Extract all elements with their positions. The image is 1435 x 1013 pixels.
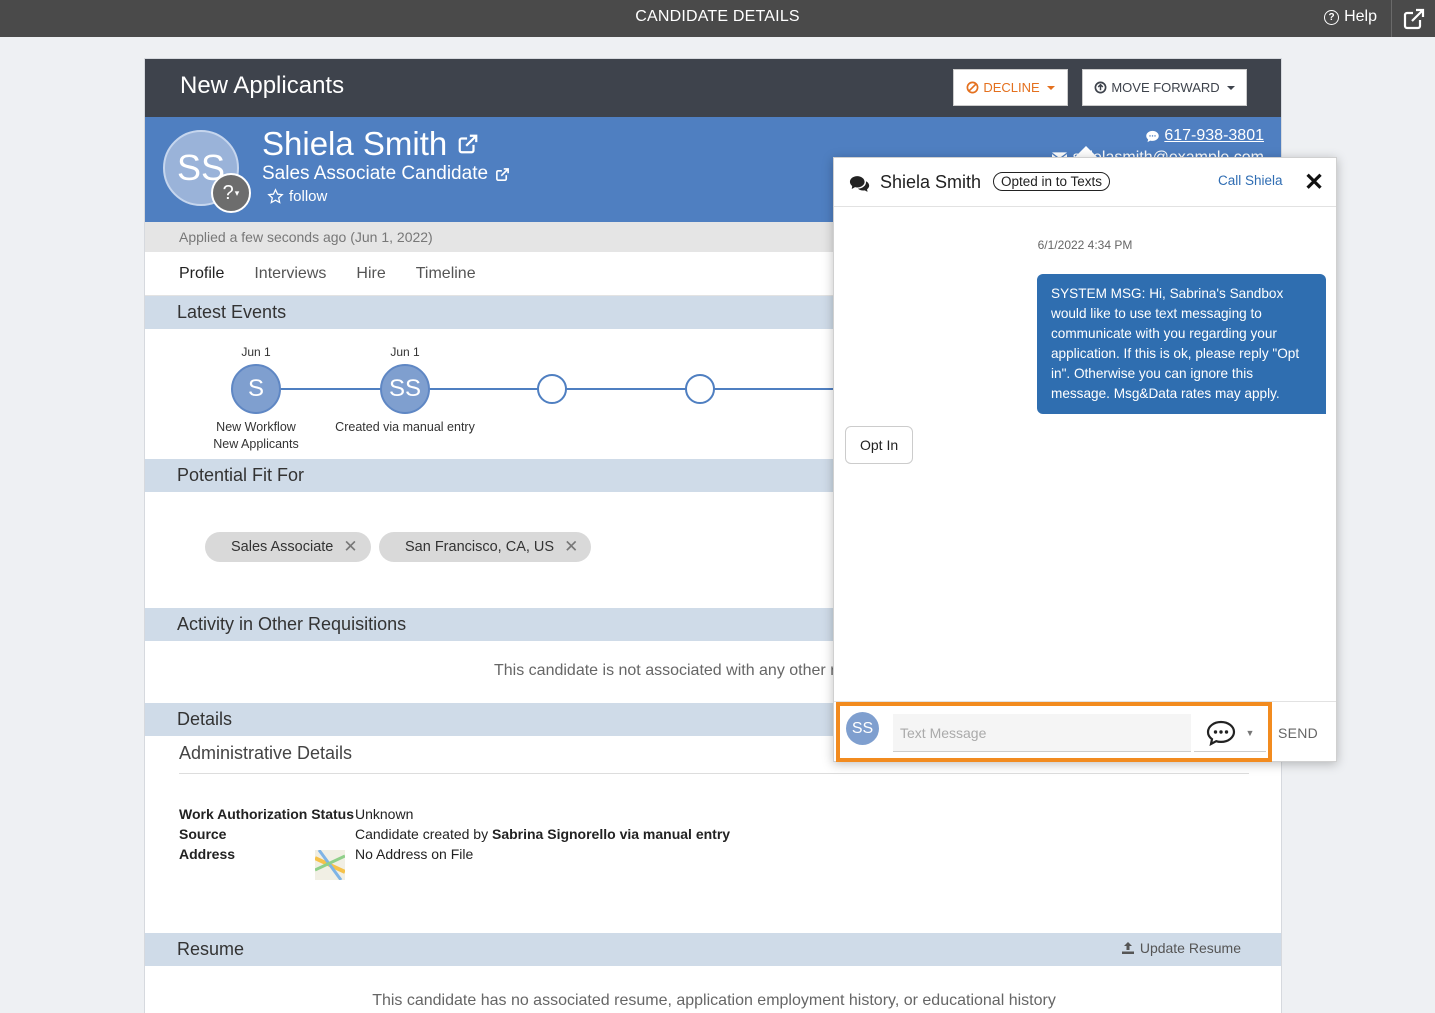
external-link-icon — [496, 167, 509, 181]
source-prefix: Candidate created by — [355, 826, 492, 842]
fit-chip-label: Sales Associate — [231, 539, 334, 555]
candidate-job[interactable]: Sales Associate Candidate — [262, 163, 510, 185]
work-auth-label: Work Authorization Status — [179, 806, 354, 822]
chevron-down-icon — [1226, 85, 1235, 90]
chevron-down-icon: ▼ — [1245, 727, 1255, 738]
candidate-name[interactable]: Shiela Smith — [262, 125, 479, 163]
outgoing-message: SYSTEM MSG: Hi, Sabrina's Sandbox would … — [1037, 274, 1326, 414]
top-bar: CANDIDATE DETAILS ? Help — [0, 0, 1435, 37]
source-label: Source — [179, 826, 227, 842]
update-resume-label: Update Resume — [1139, 940, 1241, 956]
call-button[interactable]: Call Shiela — [1218, 173, 1283, 188]
star-icon — [267, 188, 284, 204]
conversation-icon — [849, 176, 870, 192]
event-placeholder-node — [537, 374, 567, 404]
event-label-line: New Applicants — [213, 437, 299, 451]
chat-header: Shiela Smith Opted in to Texts Call Shie… — [834, 158, 1336, 207]
avatar: SS — [846, 712, 879, 745]
event-date: Jun 1 — [390, 345, 420, 359]
send-button[interactable]: SEND — [1278, 725, 1318, 741]
event-label: New Workflow New Applicants — [171, 419, 341, 453]
page-title: CANDIDATE DETAILS — [635, 8, 800, 25]
resume-title: Resume — [177, 939, 245, 959]
event-placeholder-node — [685, 374, 715, 404]
admin-details-title: Administrative Details — [179, 743, 353, 763]
event-label-line: Created via manual entry — [335, 420, 475, 434]
address-value: No Address on File — [355, 846, 474, 862]
update-resume-button[interactable]: Update Resume — [1121, 940, 1241, 956]
upload-icon — [1121, 942, 1134, 954]
help-icon: ? — [1324, 9, 1340, 25]
opt-in-status-badge: Opted in to Texts — [993, 172, 1111, 191]
chat-composer: SS ▼ SEND — [834, 701, 1336, 762]
message-type-dropdown[interactable]: ▼ — [1194, 714, 1266, 752]
event-label-line: New Workflow — [216, 420, 296, 434]
follow-button[interactable]: follow — [267, 188, 327, 205]
chat-contact-name: Shiela Smith — [880, 172, 982, 192]
move-forward-label: MOVE FORWARD — [1111, 80, 1220, 95]
follow-label: follow — [289, 188, 328, 205]
stage-title: New Applicants — [180, 72, 345, 99]
ban-icon — [966, 81, 979, 94]
remove-icon[interactable]: ✕ — [343, 537, 357, 557]
phone-link[interactable]: 617-938-3801 — [1145, 127, 1264, 145]
card-header: New Applicants DECLINE MOVE FORWARD — [145, 59, 1281, 117]
decline-label: DECLINE — [983, 80, 1040, 95]
sms-icon — [1206, 720, 1235, 746]
source-value: Candidate created by Sabrina Signorello … — [355, 824, 730, 844]
help-label: Help — [1344, 8, 1377, 25]
phone-number: 617-938-3801 — [1164, 127, 1264, 144]
tab-hire[interactable]: Hire — [356, 265, 385, 283]
remove-icon[interactable]: ✕ — [564, 537, 578, 557]
move-forward-button[interactable]: MOVE FORWARD — [1082, 69, 1247, 106]
message-timestamp: 6/1/2022 4:34 PM — [1037, 238, 1133, 252]
divider — [179, 773, 1249, 774]
map-icon[interactable] — [315, 850, 345, 880]
close-icon[interactable]: ✕ — [1304, 168, 1324, 197]
event-node[interactable]: SS — [380, 364, 430, 414]
fit-chip-label: San Francisco, CA, US — [405, 539, 555, 555]
external-link-icon — [458, 134, 478, 154]
question-status-button[interactable]: ? ▾ — [211, 173, 251, 213]
help-link[interactable]: ? Help — [1324, 8, 1377, 26]
decline-button[interactable]: DECLINE — [953, 69, 1068, 106]
tab-interviews[interactable]: Interviews — [254, 265, 326, 283]
resume-heading: Resume Update Resume — [145, 933, 1281, 966]
chat-bubble-icon — [1146, 130, 1160, 142]
tab-profile[interactable]: Profile — [179, 265, 224, 283]
text-message-input[interactable] — [893, 714, 1191, 752]
forward-circle-icon — [1094, 81, 1107, 94]
incoming-message: Opt In — [845, 426, 914, 464]
details-body: Administrative Details Work Authorizatio… — [145, 736, 1281, 933]
event-node[interactable]: S — [231, 364, 281, 414]
fit-chip: San Francisco, CA, US ✕ — [379, 532, 592, 562]
work-auth-value: Unknown — [355, 806, 414, 822]
source-creator: Sabrina Signorello via manual entry — [491, 826, 731, 842]
candidate-name-text: Shiela Smith — [262, 125, 448, 162]
candidate-job-text: Sales Associate Candidate — [262, 163, 489, 184]
resume-body: This candidate has no associated resume,… — [145, 966, 1281, 1013]
timeline-line — [257, 388, 877, 390]
details-values: Unknown Candidate created by Sabrina Sig… — [355, 804, 730, 864]
event-date: Jun 1 — [241, 345, 271, 359]
text-chat-panel: Shiela Smith Opted in to Texts Call Shie… — [833, 157, 1337, 762]
resume-empty-message: This candidate has no associated resume,… — [372, 992, 1056, 1009]
external-link-icon — [1403, 8, 1424, 29]
fit-chip: Sales Associate ✕ — [205, 532, 371, 562]
chevron-down-icon — [1046, 85, 1055, 90]
open-external-button[interactable] — [1391, 0, 1435, 37]
tab-timeline[interactable]: Timeline — [416, 265, 476, 283]
event-label: Created via manual entry — [320, 419, 490, 436]
